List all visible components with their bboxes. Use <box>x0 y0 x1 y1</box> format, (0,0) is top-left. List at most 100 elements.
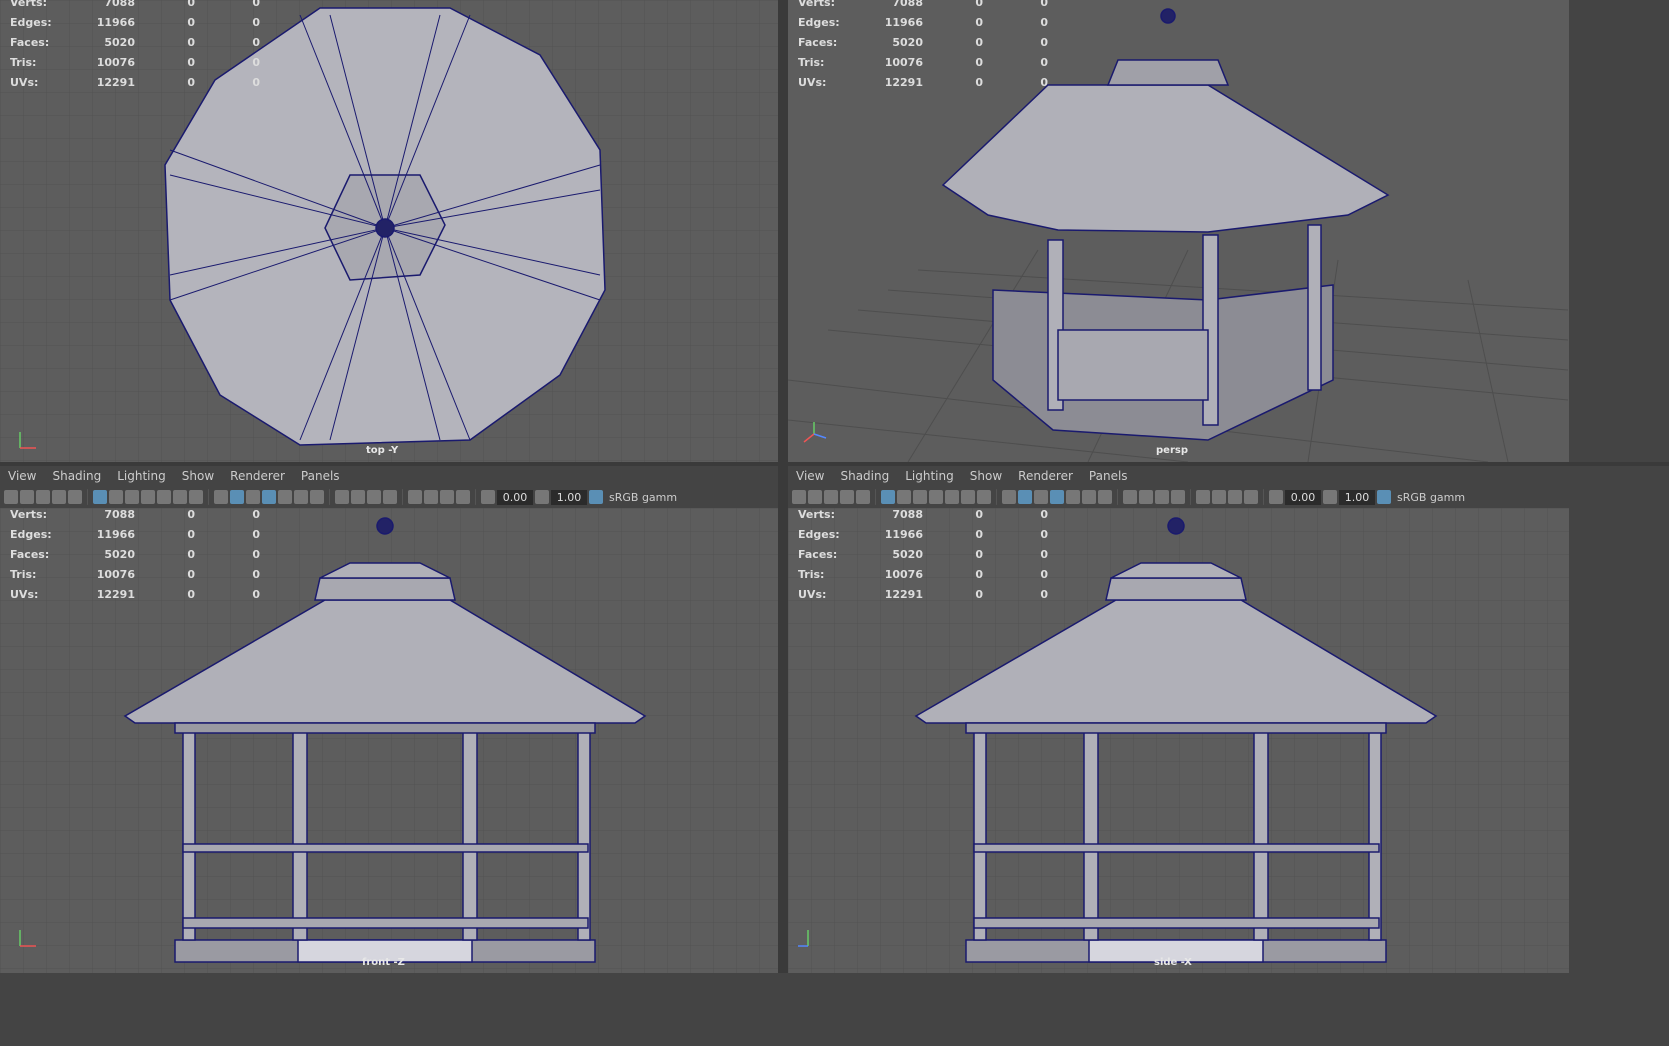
safe-action-icon[interactable] <box>173 490 187 504</box>
camera-attr-icon[interactable] <box>808 490 822 504</box>
motion-blur-icon[interactable] <box>1139 490 1153 504</box>
axis-gizmo-icon <box>798 930 809 947</box>
wireframe-icon[interactable] <box>214 490 228 504</box>
viewport-front[interactable]: Verts: 7088 0 0 Edges: 11966 0 0 Faces: 5020 0 0 … <box>0 508 778 973</box>
lights-icon[interactable] <box>294 490 308 504</box>
antialias-icon[interactable] <box>1155 490 1169 504</box>
ssao-icon[interactable] <box>335 490 349 504</box>
resolution-gate-icon[interactable] <box>125 490 139 504</box>
lock-camera-icon[interactable] <box>68 490 82 504</box>
view-transform-select[interactable]: sRGB gamm <box>609 491 677 504</box>
view-transform-select[interactable]: sRGB gamm <box>1397 491 1465 504</box>
menu-shading[interactable]: Shading <box>832 469 897 483</box>
film-gate-icon[interactable] <box>897 490 911 504</box>
menu-renderer[interactable]: Renderer <box>222 469 293 483</box>
shadows-icon[interactable] <box>1098 490 1112 504</box>
smooth-shade-icon[interactable] <box>1018 490 1032 504</box>
bookmark-icon[interactable] <box>36 490 50 504</box>
gamma-icon[interactable] <box>1323 490 1337 504</box>
exposure-field[interactable]: 0.00 <box>497 489 533 505</box>
viewport-top[interactable]: Verts: 7088 0 0 Edges: 11966 0 0 Faces: 5020 0 0 … <box>0 0 778 462</box>
gamma-icon[interactable] <box>535 490 549 504</box>
toolbar-separator <box>329 489 330 505</box>
hud-stats-persp: Verts: 7088 0 0 Edges: 11966 0 0 Faces: 5020 0 0 … <box>798 0 1048 92</box>
viewport-divider-vertical[interactable] <box>778 0 788 1046</box>
menu-lighting[interactable]: Lighting <box>897 469 962 483</box>
default-material-icon[interactable] <box>1034 490 1048 504</box>
hud-stats-top: Verts: 7088 0 0 Edges: 11966 0 0 Faces: 5020 0 0 … <box>10 0 260 92</box>
menu-panels[interactable]: Panels <box>293 469 348 483</box>
safe-title-icon[interactable] <box>977 490 991 504</box>
toolbar-separator <box>875 489 876 505</box>
menu-view[interactable]: View <box>0 469 44 483</box>
hud-row-verts: Verts: 7088 0 0 <box>10 0 260 9</box>
xray-joints-icon[interactable] <box>440 490 454 504</box>
textured-icon[interactable] <box>278 490 292 504</box>
menu-lighting[interactable]: Lighting <box>109 469 174 483</box>
hud-row-uvs: UVs: 12291 0 0 <box>10 587 260 601</box>
menu-show[interactable]: Show <box>174 469 222 483</box>
menu-panels[interactable]: Panels <box>1081 469 1136 483</box>
motion-blur-icon[interactable] <box>351 490 365 504</box>
xray-icon[interactable] <box>1212 490 1226 504</box>
viewport-persp[interactable]: Verts: 7088 0 0 Edges: 11966 0 0 Faces: 5020 0 0 … <box>788 0 1569 462</box>
image-plane-icon[interactable] <box>840 490 854 504</box>
camera-icon[interactable] <box>4 490 18 504</box>
gate-mask-icon[interactable] <box>929 490 943 504</box>
dof-icon[interactable] <box>383 490 397 504</box>
lights-icon[interactable] <box>1082 490 1096 504</box>
viewport-side[interactable]: Verts: 7088 0 0 Edges: 11966 0 0 Faces: 5020 0 0 … <box>788 508 1569 973</box>
camera-label-front: front -Z <box>362 957 405 968</box>
gamma-field[interactable]: 1.00 <box>1339 489 1375 505</box>
xray-joints-icon[interactable] <box>1228 490 1242 504</box>
grid-toggle-icon[interactable] <box>881 490 895 504</box>
camera-icon[interactable] <box>792 490 806 504</box>
textured-icon[interactable] <box>1066 490 1080 504</box>
xray-icon[interactable] <box>424 490 438 504</box>
xray-components-icon[interactable] <box>456 490 470 504</box>
hud-stats-front: Verts: 7088 0 0 Edges: 11966 0 0 Faces: 5020 0 0 … <box>10 508 260 604</box>
menubar-side: View Shading Lighting Show Renderer Pane… <box>788 466 1569 486</box>
hud-row-tris: Tris: 10076 0 0 <box>798 55 1048 69</box>
axis-gizmo-icon <box>19 432 36 449</box>
default-material-icon[interactable] <box>246 490 260 504</box>
smooth-shade-icon[interactable] <box>230 490 244 504</box>
bookmark-icon[interactable] <box>824 490 838 504</box>
gate-mask-icon[interactable] <box>141 490 155 504</box>
menu-renderer[interactable]: Renderer <box>1010 469 1081 483</box>
camera-attr-icon[interactable] <box>20 490 34 504</box>
safe-title-icon[interactable] <box>189 490 203 504</box>
menu-show[interactable]: Show <box>962 469 1010 483</box>
wireframe-on-shaded-icon[interactable] <box>1050 490 1064 504</box>
field-chart-icon[interactable] <box>157 490 171 504</box>
resolution-gate-icon[interactable] <box>913 490 927 504</box>
lock-camera-icon[interactable] <box>856 490 870 504</box>
shadows-icon[interactable] <box>310 490 324 504</box>
toolbar-separator <box>1117 489 1118 505</box>
exposure-icon[interactable] <box>481 490 495 504</box>
ssao-icon[interactable] <box>1123 490 1137 504</box>
bottom-bar <box>0 973 1669 1046</box>
wireframe-icon[interactable] <box>1002 490 1016 504</box>
color-management-icon[interactable] <box>1377 490 1391 504</box>
xray-components-icon[interactable] <box>1244 490 1258 504</box>
safe-action-icon[interactable] <box>961 490 975 504</box>
film-gate-icon[interactable] <box>109 490 123 504</box>
dof-icon[interactable] <box>1171 490 1185 504</box>
exposure-icon[interactable] <box>1269 490 1283 504</box>
color-management-icon[interactable] <box>589 490 603 504</box>
toolbar-side: 0.00 1.00 sRGB gamm <box>788 486 1569 508</box>
isolate-select-icon[interactable] <box>1196 490 1210 504</box>
toolbar-separator <box>1263 489 1264 505</box>
hud-row-tris: Tris: 10076 0 0 <box>10 567 260 581</box>
antialias-icon[interactable] <box>367 490 381 504</box>
wireframe-on-shaded-icon[interactable] <box>262 490 276 504</box>
field-chart-icon[interactable] <box>945 490 959 504</box>
image-plane-icon[interactable] <box>52 490 66 504</box>
menu-view[interactable]: View <box>788 469 832 483</box>
isolate-select-icon[interactable] <box>408 490 422 504</box>
grid-toggle-icon[interactable] <box>93 490 107 504</box>
exposure-field[interactable]: 0.00 <box>1285 489 1321 505</box>
menu-shading[interactable]: Shading <box>44 469 109 483</box>
gamma-field[interactable]: 1.00 <box>551 489 587 505</box>
